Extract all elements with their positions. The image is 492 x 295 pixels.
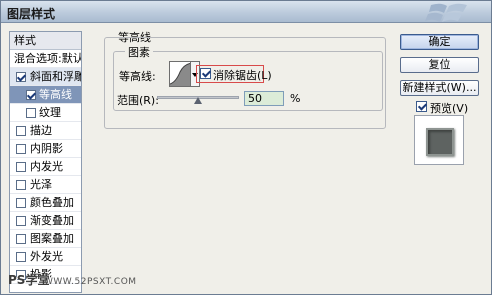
range-slider-thumb[interactable]: [194, 97, 202, 104]
style-item-label: 纹理: [39, 106, 61, 119]
style-item[interactable]: 斜面和浮雕: [10, 68, 81, 86]
style-item[interactable]: 图案叠加: [10, 230, 81, 248]
style-item-label: 光泽: [30, 178, 52, 191]
range-unit: %: [290, 92, 301, 105]
preview-checkbox[interactable]: [416, 101, 427, 112]
layer-style-dialog: 图层样式 样式 混合选项:默认斜面和浮雕等高线纹理描边内阴影内发光光泽颜色叠加渐…: [0, 0, 492, 295]
windows-logo-icon: [425, 3, 467, 22]
style-item-label: 混合选项:默认: [14, 52, 82, 65]
style-item-label: 渐变叠加: [30, 214, 74, 227]
style-item-label: 图案叠加: [30, 232, 74, 245]
contour-preview[interactable]: [169, 61, 191, 87]
preview-label[interactable]: 预览(V): [430, 100, 468, 116]
ok-button[interactable]: 确定: [400, 34, 479, 50]
style-preview: [414, 115, 464, 165]
anti-alias-checkbox[interactable]: [200, 68, 211, 79]
style-item-checkbox[interactable]: [26, 108, 36, 118]
styles-rows: 混合选项:默认斜面和浮雕等高线纹理描边内阴影内发光光泽颜色叠加渐变叠加图案叠加外…: [10, 50, 81, 284]
preview-swatch: [426, 128, 454, 156]
styles-list: 样式 混合选项:默认斜面和浮雕等高线纹理描边内阴影内发光光泽颜色叠加渐变叠加图案…: [9, 31, 82, 293]
style-item-checkbox[interactable]: [16, 144, 26, 154]
style-item-checkbox[interactable]: [16, 72, 26, 82]
style-item-checkbox[interactable]: [16, 126, 26, 136]
style-item-label: 外发光: [30, 250, 63, 263]
style-item-checkbox[interactable]: [16, 162, 26, 172]
style-item-checkbox[interactable]: [16, 180, 26, 190]
new-style-button[interactable]: 新建样式(W)...: [400, 80, 479, 96]
style-item[interactable]: 等高线: [10, 86, 81, 104]
style-item-checkbox[interactable]: [16, 198, 26, 208]
contour-label: 等高线:: [119, 70, 156, 83]
style-item-label: 颜色叠加: [30, 196, 74, 209]
reset-button[interactable]: 复位: [400, 57, 479, 73]
watermark-url: WWW.52PSXT.COM: [44, 277, 137, 287]
title-bar: 图层样式: [1, 1, 491, 23]
range-label: 范围(R):: [117, 94, 159, 107]
style-item[interactable]: 纹理: [10, 104, 81, 122]
style-item[interactable]: 混合选项:默认: [10, 50, 81, 68]
style-item-label: 斜面和浮雕: [30, 70, 82, 83]
style-item-label: 内发光: [30, 160, 63, 173]
style-item[interactable]: 内发光: [10, 158, 81, 176]
elements-group-title: 图素: [125, 44, 153, 60]
styles-list-header: 样式: [10, 32, 81, 50]
style-item-checkbox[interactable]: [16, 216, 26, 226]
style-item[interactable]: 描边: [10, 122, 81, 140]
style-item-checkbox[interactable]: [26, 90, 36, 100]
range-input[interactable]: [244, 91, 284, 106]
contour-curve-icon: [170, 62, 190, 86]
style-item[interactable]: 颜色叠加: [10, 194, 81, 212]
style-item[interactable]: 光泽: [10, 176, 81, 194]
style-item-label: 内阴影: [30, 142, 63, 155]
style-item[interactable]: 内阴影: [10, 140, 81, 158]
style-item-checkbox[interactable]: [16, 252, 26, 262]
style-item[interactable]: 外发光: [10, 248, 81, 266]
style-item-label: 等高线: [39, 88, 72, 101]
window-title: 图层样式: [7, 7, 56, 21]
style-item[interactable]: 渐变叠加: [10, 212, 81, 230]
anti-alias-label[interactable]: 消除锯齿(L): [213, 67, 272, 83]
style-item-label: 描边: [30, 124, 52, 137]
style-item-checkbox[interactable]: [16, 234, 26, 244]
